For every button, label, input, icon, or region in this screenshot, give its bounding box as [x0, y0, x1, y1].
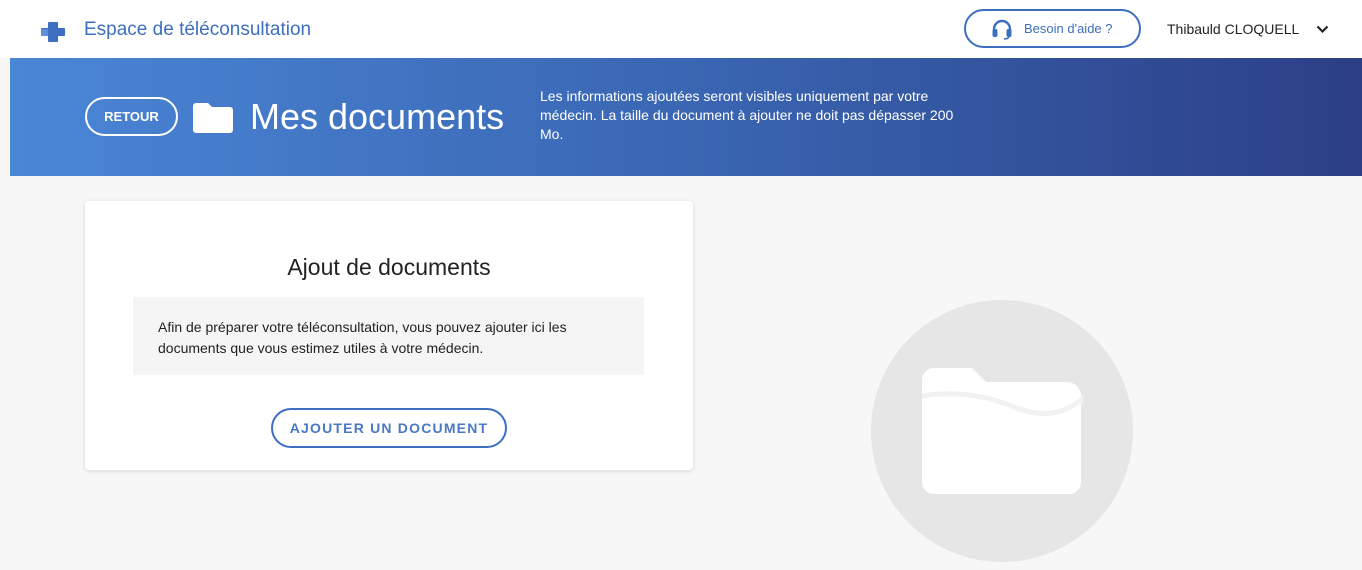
help-button[interactable]: Besoin d'aide ?: [964, 9, 1141, 48]
medical-cross-icon: [41, 22, 65, 42]
page-title: Mes documents: [250, 96, 505, 137]
user-name[interactable]: Thibauld CLOQUELL: [1167, 21, 1299, 37]
help-button-label: Besoin d'aide ?: [1024, 21, 1113, 36]
back-button[interactable]: RETOUR: [85, 97, 178, 136]
folder-illustration: [871, 300, 1133, 562]
add-document-button[interactable]: AJOUTER UN DOCUMENT: [271, 408, 507, 448]
card-title: Ajout de documents: [287, 254, 491, 280]
page-banner: RETOUR Mes documents Les informations aj…: [10, 58, 1362, 176]
card-info-note: Afin de préparer votre téléconsultation,…: [133, 297, 644, 375]
chevron-down-icon[interactable]: [1316, 25, 1329, 34]
headset-icon: [992, 19, 1012, 40]
add-documents-card: Ajout de documents Afin de préparer votr…: [85, 201, 693, 470]
folder-icon: [193, 103, 233, 133]
banner-info-text: Les informations ajoutées seront visible…: [540, 88, 954, 142]
app-title: Espace de téléconsultation: [84, 19, 312, 40]
folder-icon: [921, 368, 1084, 494]
top-bar: Espace de téléconsultation Besoin d'aide…: [0, 0, 1362, 58]
